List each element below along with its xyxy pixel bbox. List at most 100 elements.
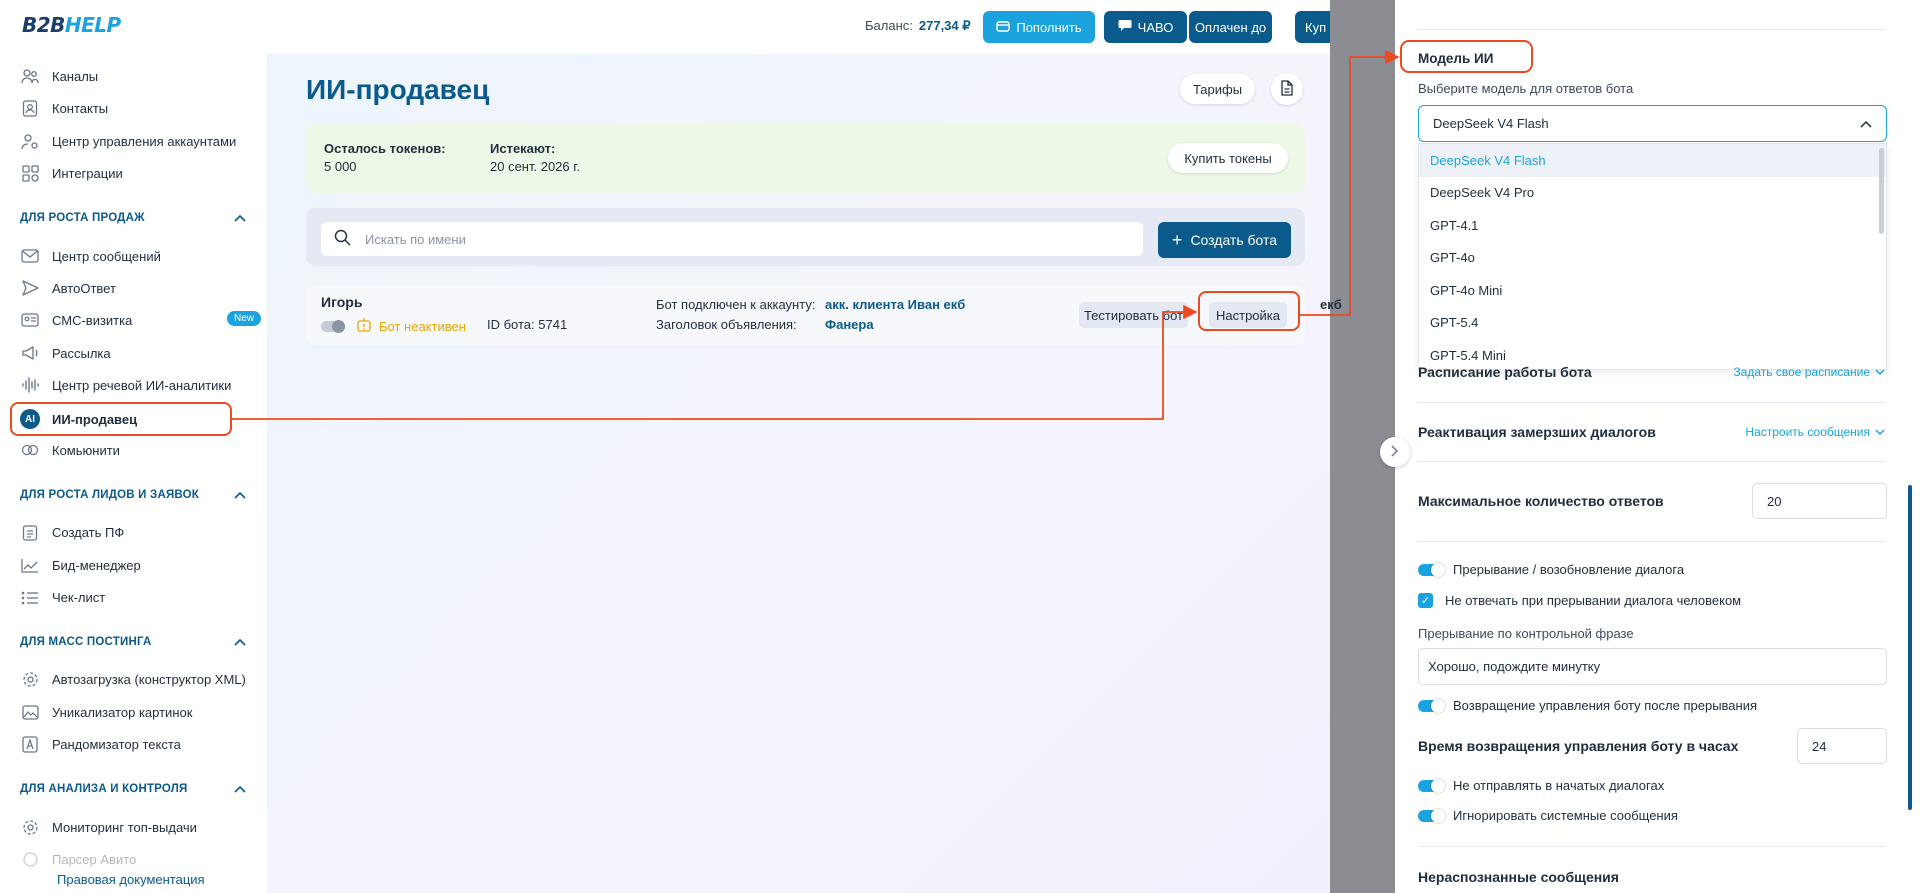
reactivation-link-text: Настроить сообщения: [1745, 425, 1870, 439]
divider: [1418, 541, 1885, 542]
sidebar-item-sms-card[interactable]: СМС-визитка: [20, 308, 132, 332]
model-select[interactable]: DeepSeek V4 Flash: [1418, 105, 1887, 142]
model-option[interactable]: GPT-4o: [1419, 242, 1886, 275]
not-send-switch-row[interactable]: Не отправлять в начатых диалогах: [1418, 778, 1664, 793]
create-bot-button[interactable]: + Создать бота: [1158, 222, 1291, 258]
search-input[interactable]: Искать по имени: [321, 222, 1143, 256]
checkbox-checked[interactable]: ✓: [1418, 593, 1433, 608]
toggle-switch[interactable]: [1418, 778, 1445, 793]
sidebar-item-label: Центр управления аккаунтами: [52, 133, 237, 149]
contacts-icon: [20, 98, 40, 118]
buy-tokens-button[interactable]: Купить токены: [1168, 143, 1288, 173]
bot-connected-value[interactable]: акк. клиента Иван екб: [825, 297, 965, 312]
topup-button[interactable]: Пополнить: [983, 11, 1095, 43]
legal-docs-link[interactable]: Правовая документация: [57, 872, 205, 887]
interrupt-switch-row[interactable]: Прерывание / возобновление диалога: [1418, 562, 1684, 577]
page-title: ИИ-продавец: [306, 74, 490, 105]
sidebar-item-autoreply[interactable]: АвтоОтвет: [20, 276, 116, 300]
monitor-icon: [20, 817, 40, 837]
bot-row: Игорь Бот неактивен ID бота: 5741 Бот по…: [306, 285, 1305, 345]
reactivation-link[interactable]: Настроить сообщения: [1745, 425, 1885, 439]
sidebar-item-label: Центр сообщений: [52, 248, 161, 264]
logo[interactable]: B2BHELP: [22, 13, 121, 37]
text-icon: [20, 734, 40, 754]
logo-main: B2B: [22, 13, 65, 37]
image-icon: [20, 702, 40, 722]
schedule-label: Расписание работы бота: [1418, 364, 1592, 380]
toggle-switch[interactable]: [1418, 808, 1445, 823]
model-option[interactable]: DeepSeek V4 Flash: [1419, 144, 1886, 177]
sidebar-item-text-randomizer[interactable]: Рандомизатор текста: [20, 732, 181, 756]
toggle-switch[interactable]: [1418, 562, 1445, 577]
send-icon: [20, 278, 40, 298]
model-title-highlight: [1400, 40, 1533, 73]
schedule-link[interactable]: Задать свое расписание: [1733, 365, 1885, 379]
ignore-switch-row[interactable]: Игнорировать системные сообщения: [1418, 808, 1678, 823]
sidebar-item-label: Бид-менеджер: [52, 557, 141, 573]
test-bot-button[interactable]: Тестировать бот: [1079, 302, 1188, 328]
paid-until-button[interactable]: Оплачен до: [1189, 11, 1272, 43]
no-reply-checkbox-row[interactable]: ✓ Не отвечать при прерывании диалога чел…: [1418, 593, 1741, 608]
tariffs-button[interactable]: Тарифы: [1180, 74, 1255, 104]
divider: [1418, 461, 1885, 462]
bot-active-toggle[interactable]: [321, 320, 345, 333]
sidebar-section-posting[interactable]: ДЛЯ МАСС ПОСТИНГА: [20, 635, 246, 649]
community-icon: [20, 440, 40, 460]
model-option[interactable]: GPT-4.1: [1419, 209, 1886, 242]
panel-scrollbar[interactable]: [1908, 485, 1912, 810]
section-title: ДЛЯ РОСТА ЛИДОВ И ЗАЯВОК: [20, 489, 199, 501]
sidebar-item-image-uniquer[interactable]: Уникализатор картинок: [20, 700, 192, 724]
phrase-label: Прерывание по контрольной фразе: [1418, 626, 1634, 641]
return-hours-label: Время возвращения управления боту в часа…: [1418, 738, 1739, 754]
max-answers-input[interactable]: 20: [1752, 483, 1887, 519]
chevron-up-icon: [234, 635, 246, 649]
section-title: ДЛЯ РОСТА ПРОДАЖ: [20, 212, 145, 224]
bot-name: Игорь: [321, 294, 363, 310]
bot-title-value[interactable]: Фанера: [825, 317, 874, 332]
chevron-right-icon: [1391, 444, 1399, 460]
sidebar-item-label: Мониторинг топ-выдачи: [52, 819, 197, 835]
dropdown-scrollbar[interactable]: [1879, 148, 1884, 234]
sidebar-item-checklist[interactable]: Чек-лист: [20, 585, 105, 609]
sidebar-section-leads[interactable]: ДЛЯ РОСТА ЛИДОВ И ЗАЯВОК: [20, 488, 246, 502]
sidebar-item-community[interactable]: Комьюнити: [20, 438, 120, 462]
sidebar-item-channels[interactable]: Каналы: [20, 64, 98, 88]
toggle-switch[interactable]: [1418, 698, 1445, 713]
return-switch-row[interactable]: Возвращение управления боту после прерыв…: [1418, 698, 1757, 713]
sidebar-item-create-pf[interactable]: Создать ПФ: [20, 520, 124, 544]
checkbox-label: Не отвечать при прерывании диалога челов…: [1445, 593, 1742, 608]
model-option[interactable]: GPT-5.4: [1419, 307, 1886, 340]
sidebar-item-label: Автозагрузка (конструктор XML): [52, 671, 246, 687]
section-title: ДЛЯ АНАЛИЗА И КОНТРОЛЯ: [20, 783, 188, 795]
model-option[interactable]: DeepSeek V4 Pro: [1419, 177, 1886, 210]
wallet-icon: [996, 20, 1011, 35]
sidebar-item-bid-manager[interactable]: Бид-менеджер: [20, 553, 141, 577]
sidebar-item-accounts[interactable]: Центр управления аккаунтами: [20, 129, 236, 153]
collapse-panel-button[interactable]: [1380, 437, 1410, 467]
broadcast-icon: [20, 343, 40, 363]
sidebar-item-messages[interactable]: Центр сообщений: [20, 244, 161, 268]
sidebar-item-contacts[interactable]: Контакты: [20, 96, 108, 120]
sidebar-section-analysis[interactable]: ДЛЯ АНАЛИЗА И КОНТРОЛЯ: [20, 782, 246, 796]
sidebar-item-top-monitoring[interactable]: Мониторинг топ-выдачи: [20, 815, 197, 839]
logo-accent: HELP: [64, 13, 121, 37]
faq-button[interactable]: ЧАВО: [1104, 11, 1187, 43]
docs-button[interactable]: [1271, 73, 1303, 105]
ai-icon: AI: [20, 409, 40, 429]
unrecognized-label: Нераспознанные сообщения: [1418, 869, 1619, 885]
section-title: ДЛЯ МАСС ПОСТИНГА: [20, 636, 152, 648]
chevron-up-icon: [234, 488, 246, 502]
sidebar-section-sales[interactable]: ДЛЯ РОСТА ПРОДАЖ: [20, 211, 246, 225]
sidebar-item-integrations[interactable]: Интеграции: [20, 161, 123, 185]
sidebar-item-broadcast[interactable]: Рассылка: [20, 341, 111, 365]
sidebar-item-avito-parser[interactable]: Парсер Авито: [20, 847, 136, 871]
parser-icon: [20, 849, 40, 869]
sidebar-item-voice-analytics[interactable]: Центр речевой ИИ-аналитики: [20, 373, 231, 397]
model-option[interactable]: GPT-4o Mini: [1419, 274, 1886, 307]
sidebar-item-autoload[interactable]: Автозагрузка (конструктор XML): [20, 667, 246, 691]
phrase-input[interactable]: Хорошо, подождите минутку: [1418, 648, 1887, 685]
divider: [1418, 846, 1885, 847]
sidebar-item-ai-seller[interactable]: AI ИИ-продавец: [20, 407, 137, 431]
ai-badge: AI: [20, 409, 40, 429]
return-hours-input[interactable]: 24: [1797, 728, 1887, 764]
